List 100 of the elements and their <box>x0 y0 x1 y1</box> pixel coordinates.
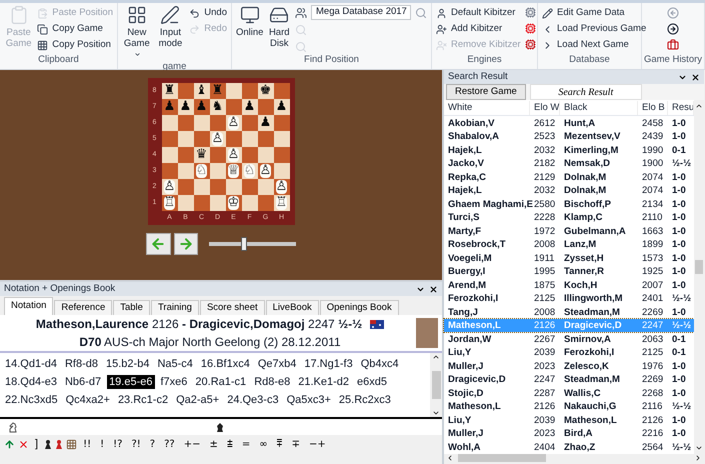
ribbon-button[interactable]: New Game <box>122 3 152 60</box>
pawn-icon[interactable] <box>44 439 52 450</box>
table-row[interactable]: Jordan,W 2267 Smirnov,A 2063 0-1 <box>444 332 694 346</box>
board-square[interactable] <box>242 83 258 99</box>
table-row[interactable]: Turci,S 2228 Klamp,C 2110 1-0 <box>444 210 694 224</box>
tab[interactable]: Openings Book <box>320 300 399 315</box>
board-square[interactable] <box>194 115 210 131</box>
table-row[interactable]: Hajek,L 2032 Dolnak,M 2074 1-0 <box>444 184 694 198</box>
move[interactable]: 24.Qe3-c3 <box>225 393 281 407</box>
table-row[interactable]: Liu,Y 2039 Matheson,L 2126 1-0 <box>444 413 694 427</box>
scroll-left-icon[interactable] <box>446 454 454 462</box>
chip-icon[interactable] <box>524 39 536 50</box>
annotation-button[interactable]: ?? <box>161 437 178 452</box>
ribbon-button[interactable]: Online <box>236 3 264 38</box>
ribbon-button[interactable]: Input mode <box>156 3 186 49</box>
board-square[interactable] <box>274 131 290 147</box>
close-icon[interactable] <box>429 284 438 294</box>
table-row[interactable]: Rosebrock,T 2008 Lanz,M 1899 1-0 <box>444 238 694 252</box>
board-square[interactable] <box>258 179 274 195</box>
people-icon[interactable] <box>295 7 307 19</box>
tab[interactable]: Reference <box>54 300 112 315</box>
table-row[interactable]: Ferozkohi,I 2125 Illingworth,M 2401 ½-½ <box>444 292 694 306</box>
annotation-button[interactable]: ± <box>206 437 221 452</box>
table-row[interactable]: Jacko,V 2182 Nemsak,D 1900 ½-½ <box>444 156 694 170</box>
board-square[interactable] <box>194 131 210 147</box>
table-row[interactable]: Arend,M 1875 Koch,H 2007 1-0 <box>444 278 694 292</box>
move[interactable]: Qc4xa2+ <box>64 393 112 407</box>
board-square[interactable] <box>178 131 194 147</box>
column-header[interactable]: White <box>444 100 530 115</box>
tab[interactable]: Training <box>150 300 199 315</box>
annotation-button[interactable]: ⩱ <box>274 437 286 452</box>
move[interactable]: Qa5xc3+ <box>284 393 333 407</box>
board-square[interactable] <box>258 99 274 115</box>
table-row[interactable]: Shabalov,A 2523 Mezentsev,V 2439 1-0 <box>444 130 694 144</box>
board-square[interactable] <box>178 163 194 179</box>
database-select[interactable]: Mega Database 2017 <box>311 5 411 20</box>
board-square[interactable] <box>194 179 210 195</box>
briefcase-icon[interactable] <box>667 39 679 51</box>
table-row[interactable]: Tang,J 2008 Steadman,M 2269 1-0 <box>444 305 694 319</box>
restore-game-button[interactable]: Restore Game <box>446 84 526 100</box>
ribbon-button[interactable]: Load Next Game <box>542 37 646 53</box>
board-square[interactable] <box>210 179 226 195</box>
board-square[interactable] <box>274 163 290 179</box>
tab[interactable]: LiveBook <box>266 300 319 315</box>
move[interactable]: e6xd5 <box>355 375 390 389</box>
table-row[interactable]: Repka,C 2129 Dolnak,M 2074 1-0 <box>444 170 694 184</box>
bishop-icon[interactable] <box>216 422 224 432</box>
board-square[interactable] <box>178 83 194 99</box>
board-square[interactable] <box>178 179 194 195</box>
table-row[interactable]: Marty,F 1972 Gubelmann,A 1663 1-0 <box>444 224 694 238</box>
scroll-right-icon[interactable] <box>694 454 702 462</box>
table-row[interactable]: Stojic,D 2287 Wallis,C 2268 1-0 <box>444 386 694 400</box>
scroll-down-icon[interactable] <box>432 409 440 417</box>
move[interactable]: Qb4xc4 <box>358 357 401 371</box>
board-square[interactable] <box>178 115 194 131</box>
move[interactable]: Nb6-d7 <box>62 375 104 389</box>
annotation-button[interactable]: !? <box>110 437 126 452</box>
ribbon-button[interactable]: Load Previous Game <box>542 21 646 37</box>
annotation-button[interactable]: ∓ <box>288 437 303 452</box>
table-row[interactable]: Akobian,V 2612 Hunt,A 2458 1-0 <box>444 116 694 130</box>
chip-icon[interactable] <box>524 23 536 34</box>
move[interactable]: Rd8-e8 <box>252 375 292 389</box>
move[interactable]: Na5-c4 <box>155 357 195 371</box>
tab[interactable]: Table <box>113 300 150 315</box>
table-row[interactable]: Dragicevic,D 2247 Steadman,M 2269 1-0 <box>444 372 694 386</box>
board-square[interactable] <box>226 99 242 115</box>
board-square[interactable] <box>210 195 226 211</box>
board-square[interactable] <box>242 179 258 195</box>
board-square[interactable] <box>274 115 290 131</box>
ribbon-button[interactable]: Default Kibitzer <box>436 5 521 21</box>
knight-icon[interactable] <box>8 422 18 432</box>
move[interactable]: 15.b2-b4 <box>104 357 152 371</box>
move[interactable]: f7xe6 <box>158 375 190 389</box>
table-row[interactable]: Matheson,L 2126 Nakauchi,G 2116 ½-½ <box>444 400 694 414</box>
tab[interactable]: Score sheet <box>200 300 265 315</box>
board-square[interactable] <box>162 115 178 131</box>
ribbon-button[interactable]: Hard Disk <box>267 3 291 49</box>
board-square[interactable] <box>178 195 194 211</box>
move[interactable]: 16.Bf1xc4 <box>198 357 252 371</box>
annotation-button[interactable]: +− <box>180 437 204 452</box>
table-row[interactable]: Wohl,A 2404 Zhao,Z 2564 ½-½ <box>444 440 694 454</box>
board-square[interactable] <box>274 147 290 163</box>
annotation-button[interactable]: −+ <box>306 437 329 452</box>
scrollbar-thumb[interactable] <box>458 454 546 462</box>
annotation-button[interactable]: ?! <box>128 437 144 452</box>
board-square[interactable] <box>258 131 274 147</box>
board-square[interactable] <box>194 195 210 211</box>
column-header[interactable]: Elo B <box>638 100 668 115</box>
annotation-button[interactable]: ⩲ <box>224 437 236 452</box>
board-square[interactable] <box>242 131 258 147</box>
annotation-button[interactable]: ] <box>32 436 42 453</box>
scrollbar-thumb[interactable] <box>432 371 440 399</box>
arrow-up-icon[interactable] <box>4 439 15 450</box>
scrollbar-thumb[interactable] <box>695 260 703 274</box>
move[interactable]: 17.Ng1-f3 <box>302 357 355 371</box>
move[interactable]: Qa2-a5+ <box>174 393 222 407</box>
annotation-button[interactable]: ? <box>146 437 158 452</box>
board-square[interactable] <box>258 195 274 211</box>
ribbon-button[interactable]: Copy Game <box>37 21 113 37</box>
close-icon[interactable] <box>691 72 700 82</box>
